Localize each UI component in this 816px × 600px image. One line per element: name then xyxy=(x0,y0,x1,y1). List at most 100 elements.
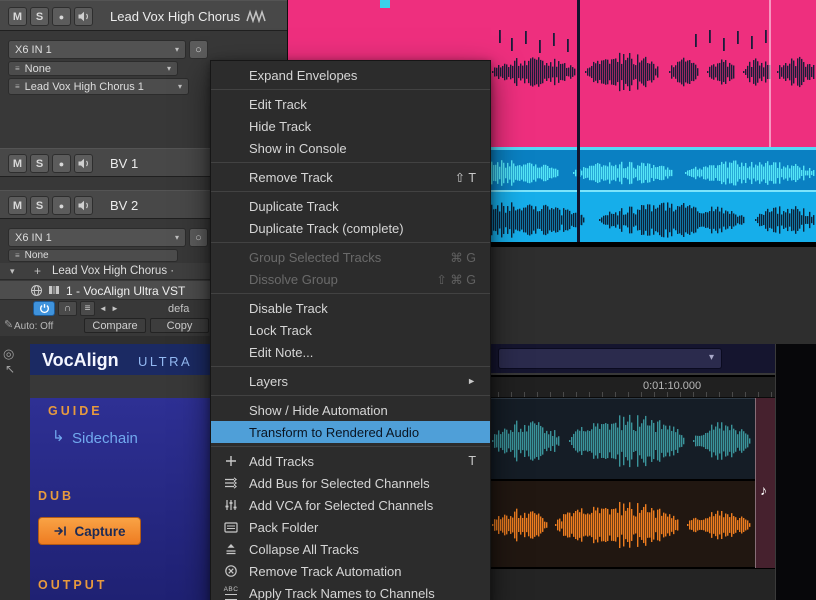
menu-item-layers[interactable]: Layers► xyxy=(211,370,490,392)
connector-icon: ≡ xyxy=(15,82,20,91)
menu-item-collapse-all-tracks[interactable]: Collapse All Tracks xyxy=(211,538,490,560)
solo-button[interactable]: S xyxy=(30,196,49,215)
record-arm-button[interactable]: ● xyxy=(52,154,71,173)
circle-icon: ○ xyxy=(195,232,202,244)
menu-item-duplicate-track-complete[interactable]: Duplicate Track (complete) xyxy=(211,217,490,239)
mute-button[interactable]: M xyxy=(8,7,27,26)
shortcut-label: ⇧ T xyxy=(455,170,476,185)
compare-button[interactable]: Compare xyxy=(84,318,146,333)
speaker-icon xyxy=(77,199,90,212)
plugin-name[interactable]: 1 - VocAlign Ultra VST xyxy=(66,284,185,298)
shortcut-label: T xyxy=(468,454,476,468)
sidechain-button[interactable]: Sidechain xyxy=(72,430,138,447)
solo-button[interactable]: S xyxy=(30,7,49,26)
dub-section-label: DUB xyxy=(38,489,74,503)
output-section-label: OUTPUT xyxy=(38,578,107,592)
monitor-button[interactable] xyxy=(74,7,93,26)
shortcut-label: ⇧ ⌘ G xyxy=(436,272,476,287)
apply-names-icon: ABC xyxy=(220,582,242,600)
channel-name[interactable]: Lead Vox High Chorus · xyxy=(52,265,174,277)
prev-preset-icon[interactable]: ◄ xyxy=(99,304,107,313)
menu-item-add-tracks[interactable]: Add TracksT xyxy=(211,450,490,472)
waveform-view-icon[interactable] xyxy=(246,9,266,23)
input-select[interactable]: X6 IN 1▾ xyxy=(8,228,186,247)
mute-button[interactable]: M xyxy=(8,154,27,173)
region-end-strip[interactable]: ♪ xyxy=(755,398,775,568)
menu-item-edit-track[interactable]: Edit Track xyxy=(211,93,490,115)
record-icon: ● xyxy=(59,12,64,22)
daw-window: ▾ 0:00:50.000 0:01:10.000 ♪ + + + + M S … xyxy=(0,0,816,600)
collapse-icon xyxy=(220,538,242,560)
shortcut-label: ⌘ G xyxy=(450,250,476,265)
track-name[interactable]: Lead Vox High Chorus xyxy=(110,9,240,24)
track-context-menu: Expand Envelopes Edit Track Hide Track S… xyxy=(210,60,491,600)
chevron-down-icon: ▾ xyxy=(169,45,179,54)
speaker-icon xyxy=(77,157,90,170)
menu-item-disable-track[interactable]: Disable Track xyxy=(211,297,490,319)
output-select[interactable]: ≡ Lead Vox High Chorus 1▾ xyxy=(8,78,189,95)
preset-dropdown[interactable]: ▾ xyxy=(498,348,722,369)
add-vca-icon xyxy=(220,494,242,516)
monitor-button[interactable] xyxy=(74,154,93,173)
plugin-bypass-button[interactable]: ∩ xyxy=(58,301,77,316)
track-controls-column: + + + + xyxy=(775,344,816,600)
input-select[interactable]: X6 IN 1▾ xyxy=(8,40,186,59)
menu-item-show-in-console[interactable]: Show in Console xyxy=(211,137,490,159)
chevron-down-icon: ▾ xyxy=(709,352,714,363)
menu-item-lock-track[interactable]: Lock Track xyxy=(211,319,490,341)
capture-arrow-icon xyxy=(53,525,67,537)
guide-section-label: GUIDE xyxy=(48,404,103,418)
menu-item-add-bus[interactable]: Add Bus for Selected Channels xyxy=(211,472,490,494)
menu-item-hide-track[interactable]: Hide Track xyxy=(211,115,490,137)
none-select[interactable]: ≡ None xyxy=(8,249,178,262)
menu-item-show-hide-automation[interactable]: Show / Hide Automation xyxy=(211,399,490,421)
piano-keys-icon xyxy=(48,284,60,296)
sidechain-return-icon: ↳ xyxy=(52,427,65,445)
track-name[interactable]: BV 2 xyxy=(110,198,138,213)
plugin-power-button[interactable] xyxy=(33,301,55,316)
loop-marker[interactable] xyxy=(380,0,390,8)
track-header[interactable]: M S ● Lead Vox High Chorus xyxy=(0,0,287,31)
record-arm-button[interactable]: ● xyxy=(52,196,71,215)
timeline-label: 0:01:10.000 xyxy=(643,380,701,392)
plugin-window-header[interactable]: VocAlign ULTRA xyxy=(30,344,210,375)
menu-separator xyxy=(211,293,490,294)
plugin-menu-button[interactable]: ≡ xyxy=(80,301,95,316)
speaker-icon xyxy=(77,10,90,23)
menu-item-remove-track-automation[interactable]: Remove Track Automation xyxy=(211,560,490,582)
pack-folder-icon xyxy=(220,516,242,538)
chevron-down-icon[interactable]: ▾ xyxy=(10,266,15,277)
track-name[interactable]: BV 1 xyxy=(110,156,138,171)
menu-item-duplicate-track[interactable]: Duplicate Track xyxy=(211,195,490,217)
menu-item-edit-note[interactable]: Edit Note... xyxy=(211,341,490,363)
menu-item-expand-envelopes[interactable]: Expand Envelopes xyxy=(211,64,490,86)
record-arm-button[interactable]: ● xyxy=(52,7,71,26)
dial-icon[interactable]: ◎ xyxy=(3,346,14,362)
cursor-icon[interactable]: ↖ xyxy=(5,362,15,376)
next-preset-icon[interactable]: ► xyxy=(111,304,119,313)
mono-stereo-button[interactable]: ○ xyxy=(189,228,208,247)
automation-mode[interactable]: Auto: Off xyxy=(14,321,53,332)
preset-name[interactable]: defa xyxy=(168,303,189,315)
copy-button[interactable]: Copy xyxy=(150,318,209,333)
menu-item-pack-folder[interactable]: Pack Folder xyxy=(211,516,490,538)
none-select[interactable]: ≡ None▾ xyxy=(8,61,178,76)
mute-button[interactable]: M xyxy=(8,196,27,215)
menu-separator xyxy=(211,89,490,90)
menu-item-apply-track-names[interactable]: ABC Apply Track Names to Channels xyxy=(211,582,490,600)
capture-button[interactable]: Capture xyxy=(38,517,141,545)
chevron-down-icon: ▾ xyxy=(172,82,182,91)
monitor-button[interactable] xyxy=(74,196,93,215)
menu-item-add-vca[interactable]: Add VCA for Selected Channels xyxy=(211,494,490,516)
plus-icon[interactable]: + xyxy=(34,264,41,278)
solo-button[interactable]: S xyxy=(30,154,49,173)
pencil-icon[interactable]: ✎ xyxy=(4,318,13,331)
mono-stereo-button[interactable]: ○ xyxy=(189,40,208,59)
power-icon xyxy=(39,303,50,314)
menu-separator xyxy=(211,162,490,163)
menu-separator xyxy=(211,446,490,447)
submenu-arrow-icon: ► xyxy=(467,376,476,386)
menu-item-transform-to-rendered-audio[interactable]: Transform to Rendered Audio xyxy=(211,421,490,443)
chevron-down-icon: ▾ xyxy=(169,233,179,242)
menu-item-remove-track[interactable]: Remove Track⇧ T xyxy=(211,166,490,188)
